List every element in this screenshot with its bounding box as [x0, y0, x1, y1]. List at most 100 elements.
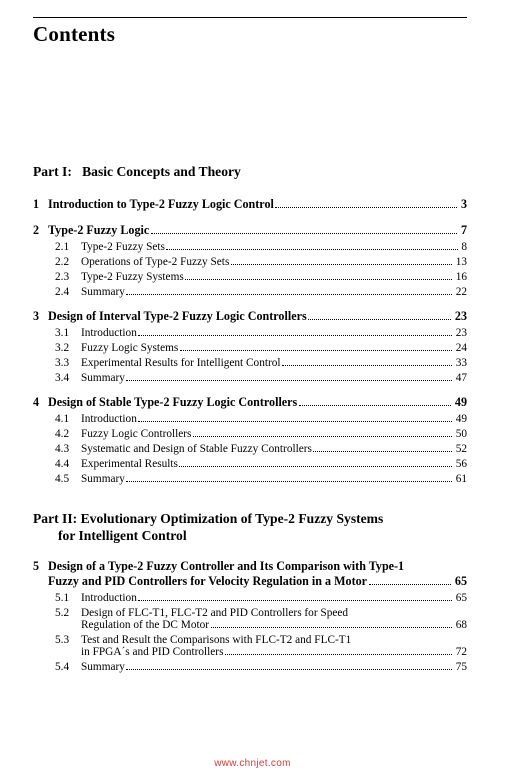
- leader-dots: [210, 626, 453, 628]
- section-page: 75: [455, 660, 467, 673]
- section-number: 2.1: [55, 240, 70, 253]
- leader-dots: [126, 668, 453, 670]
- section-page: 13: [455, 255, 467, 268]
- toc-chapter-4[interactable]: 4 Design of Stable Type-2 Fuzzy Logic Co…: [33, 395, 467, 410]
- section-number: 4.5: [55, 472, 70, 485]
- leader-dots: [230, 263, 453, 265]
- part-title-2-line2: for Intelligent Control: [58, 528, 187, 544]
- section-number: 5.1: [55, 591, 70, 604]
- section-page: 72: [455, 645, 467, 658]
- section-page: 16: [455, 270, 467, 283]
- section-title: Experimental Results: [81, 457, 178, 470]
- part-heading-2: Part II: Evolutionary Optimization of Ty…: [33, 511, 467, 545]
- chapter-title: Type-2 Fuzzy Logic: [48, 223, 150, 238]
- section-title: Introduction: [81, 412, 137, 425]
- section-number: 5.3: [55, 633, 70, 646]
- section-number: 3.4: [55, 371, 70, 384]
- section-title-line1: Test and Result the Comparisons with FLC…: [81, 633, 352, 646]
- section-title: Introduction: [81, 326, 137, 339]
- section-page: 24: [455, 341, 467, 354]
- section-page: 47: [455, 371, 467, 384]
- contents-page: Contents Part I: Basic Concepts and Theo…: [0, 17, 505, 773]
- section-number: 5.4: [55, 660, 70, 673]
- section-title: Introduction: [81, 591, 137, 604]
- page-title: Contents: [33, 22, 116, 46]
- part-label-2: Part II:: [33, 511, 78, 527]
- leader-dots: [138, 334, 453, 336]
- toc-section-4-1[interactable]: 4.1 Introduction 49: [33, 413, 467, 426]
- leader-dots: [313, 450, 453, 452]
- section-title: Fuzzy Logic Systems: [81, 341, 179, 354]
- section-number: 2.3: [55, 270, 70, 283]
- leader-dots: [166, 248, 458, 250]
- toc-section-5-3[interactable]: 5.3 Test and Result the Comparisons with…: [33, 634, 467, 659]
- leader-dots: [179, 465, 453, 467]
- section-page: 23: [455, 326, 467, 339]
- toc-section-3-4[interactable]: 3.4 Summary 47: [33, 372, 467, 385]
- section-page: 61: [455, 472, 467, 485]
- section-number: 2.2: [55, 255, 70, 268]
- part-heading-1: Part I: Basic Concepts and Theory: [33, 164, 467, 181]
- chapter-page: 49: [454, 395, 467, 410]
- section-title: Operations of Type-2 Fuzzy Sets: [81, 255, 230, 268]
- chapter-title-line1: Design of a Type-2 Fuzzy Controller and …: [48, 559, 405, 574]
- toc-section-3-3[interactable]: 3.3 Experimental Results for Intelligent…: [33, 357, 467, 370]
- section-number: 3.3: [55, 356, 70, 369]
- toc-section-2-2[interactable]: 2.2 Operations of Type-2 Fuzzy Sets 13: [33, 256, 467, 269]
- section-title: Summary: [81, 660, 125, 673]
- section-number: 5.2: [55, 606, 70, 619]
- toc-chapter-3[interactable]: 3 Design of Interval Type-2 Fuzzy Logic …: [33, 309, 467, 324]
- toc-chapter-5[interactable]: 5 Design of a Type-2 Fuzzy Controller an…: [33, 559, 467, 589]
- toc-section-5-2[interactable]: 5.2 Design of FLC-T1, FLC-T2 and PID Con…: [33, 607, 467, 632]
- leader-dots: [308, 319, 452, 321]
- part-title-2-line1: Evolutionary Optimization of Type-2 Fuzz…: [80, 511, 384, 527]
- toc-section-4-5[interactable]: 4.5 Summary 61: [33, 473, 467, 486]
- section-number: 4.3: [55, 442, 70, 455]
- toc-section-2-1[interactable]: 2.1 Type-2 Fuzzy Sets 8: [33, 241, 467, 254]
- section-title: Type-2 Fuzzy Sets: [81, 240, 165, 253]
- leader-dots: [368, 584, 452, 586]
- leader-dots: [282, 364, 453, 366]
- leader-dots: [224, 653, 453, 655]
- section-page: 65: [455, 591, 467, 604]
- toc-section-2-3[interactable]: 2.3 Type-2 Fuzzy Systems 16: [33, 271, 467, 284]
- section-title: Systematic and Design of Stable Fuzzy Co…: [81, 442, 312, 455]
- toc-chapter-1[interactable]: 1 Introduction to Type-2 Fuzzy Logic Con…: [33, 197, 467, 212]
- leader-dots: [138, 420, 453, 422]
- chapter-page: 23: [454, 309, 467, 324]
- leader-dots: [126, 480, 453, 482]
- section-title: Fuzzy Logic Controllers: [81, 427, 192, 440]
- section-title-line2: in FPGA´s and PID Controllers: [81, 645, 224, 658]
- leader-dots: [150, 233, 458, 235]
- toc-section-4-2[interactable]: 4.2 Fuzzy Logic Controllers 50: [33, 428, 467, 441]
- section-number: 4.2: [55, 427, 70, 440]
- section-page: 8: [461, 240, 467, 253]
- toc-section-3-2[interactable]: 3.2 Fuzzy Logic Systems 24: [33, 342, 467, 355]
- section-number: 3.2: [55, 341, 70, 354]
- section-title: Summary: [81, 472, 125, 485]
- chapter-number: 3: [33, 309, 40, 324]
- toc-section-5-4[interactable]: 5.4 Summary 75: [33, 661, 467, 674]
- toc-section-4-3[interactable]: 4.3 Systematic and Design of Stable Fuzz…: [33, 443, 467, 456]
- section-page: 49: [455, 412, 467, 425]
- toc-chapter-2[interactable]: 2 Type-2 Fuzzy Logic 7: [33, 223, 467, 238]
- toc-section-2-4[interactable]: 2.4 Summary 22: [33, 286, 467, 299]
- section-page: 50: [455, 427, 467, 440]
- chapter-page: 65: [454, 574, 467, 589]
- section-number: 4.4: [55, 457, 70, 470]
- section-title-line1: Design of FLC-T1, FLC-T2 and PID Control…: [81, 606, 349, 619]
- leader-dots: [126, 293, 453, 295]
- chapter-page: 3: [460, 197, 467, 212]
- toc-section-3-1[interactable]: 3.1 Introduction 23: [33, 327, 467, 340]
- section-title-line2: Regulation of the DC Motor: [81, 618, 210, 631]
- chapter-number: 2: [33, 223, 40, 238]
- watermark: www.chnjet.com: [214, 758, 291, 769]
- section-title: Type-2 Fuzzy Systems: [81, 270, 184, 283]
- toc-section-5-1[interactable]: 5.1 Introduction 65: [33, 592, 467, 605]
- chapter-title: Introduction to Type-2 Fuzzy Logic Contr…: [48, 197, 274, 212]
- leader-dots: [179, 349, 453, 351]
- chapter-title: Design of Stable Type-2 Fuzzy Logic Cont…: [48, 395, 298, 410]
- chapter-number: 1: [33, 197, 40, 212]
- toc-section-4-4[interactable]: 4.4 Experimental Results 56: [33, 458, 467, 471]
- chapter-number: 4: [33, 395, 40, 410]
